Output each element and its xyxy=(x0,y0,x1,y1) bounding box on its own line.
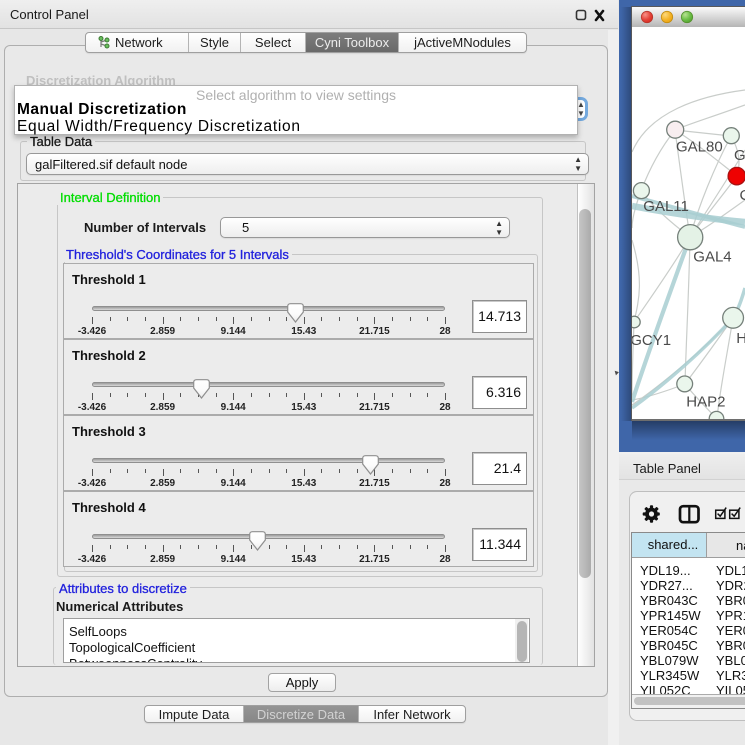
svg-text:GAL80: GAL80 xyxy=(676,139,723,156)
svg-text:GA: GA xyxy=(734,147,745,164)
svg-text:GAL4: GAL4 xyxy=(693,249,731,266)
svg-text:C: C xyxy=(740,187,745,204)
svg-text:HAP2: HAP2 xyxy=(686,394,725,411)
svg-text:GAL11: GAL11 xyxy=(643,198,689,215)
svg-text:H: H xyxy=(736,330,745,347)
svg-text:GCY1: GCY1 xyxy=(630,332,671,349)
